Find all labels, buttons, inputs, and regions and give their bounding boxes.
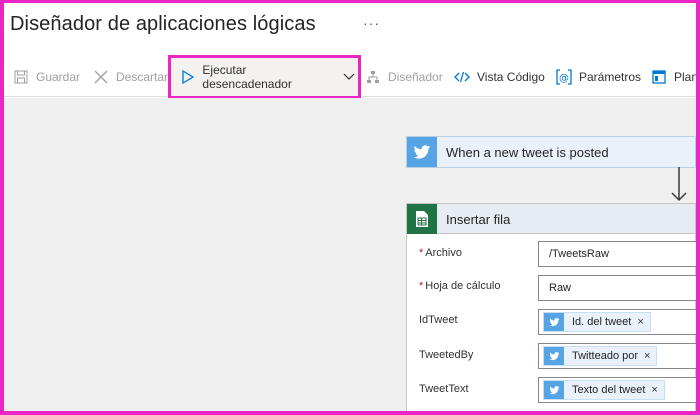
run-trigger-button[interactable]: Ejecutar desencadenador bbox=[168, 55, 361, 99]
tweettext-field-label: TweetText bbox=[419, 383, 469, 395]
worksheet-label-text: Hoja de cálculo bbox=[425, 280, 501, 292]
code-view-label: Vista Código bbox=[477, 70, 545, 84]
parameters-icon: @ bbox=[555, 68, 573, 86]
template-icon bbox=[650, 68, 668, 86]
trigger-label: When a new tweet is posted bbox=[446, 145, 609, 160]
discard-label: Descartar bbox=[116, 70, 169, 84]
run-trigger-content: Ejecutar desencadenador bbox=[179, 63, 358, 91]
discard-button[interactable]: Descartar bbox=[92, 67, 168, 87]
file-label-text: Archivo bbox=[425, 247, 462, 259]
token-label: Texto del tweet bbox=[572, 384, 646, 396]
token-tweeted-by[interactable]: Twitteado por × bbox=[543, 346, 658, 366]
tweetedby-field-label: TweetedBy bbox=[419, 349, 474, 361]
required-marker: * bbox=[419, 247, 424, 259]
code-icon bbox=[453, 68, 471, 86]
save-icon bbox=[12, 68, 30, 86]
svg-text:@: @ bbox=[559, 73, 569, 84]
required-marker: * bbox=[419, 280, 424, 292]
page-title: Diseñador de aplicaciones lógicas bbox=[10, 13, 316, 35]
run-trigger-label: Ejecutar desencadenador bbox=[202, 63, 292, 91]
code-view-button[interactable]: Vista Código bbox=[453, 67, 545, 87]
hierarchy-icon bbox=[364, 68, 382, 86]
trigger-card[interactable]: When a new tweet is posted bbox=[406, 136, 696, 168]
twitter-icon bbox=[544, 381, 564, 399]
page-header: Diseñador de aplicaciones lógicas ··· bbox=[4, 3, 696, 55]
twitter-icon bbox=[407, 137, 437, 167]
more-options-button[interactable]: ··· bbox=[363, 15, 380, 31]
idtweet-field[interactable]: Id. del tweet × bbox=[538, 309, 698, 335]
connector-arrow-icon bbox=[671, 167, 687, 202]
file-field[interactable]: /TweetsRaw bbox=[538, 241, 698, 267]
worksheet-field[interactable]: Raw bbox=[538, 275, 698, 301]
file-field-label: * Archivo bbox=[419, 247, 462, 259]
templates-button[interactable]: Plan bbox=[650, 67, 698, 87]
designer-button[interactable]: Diseñador bbox=[364, 67, 443, 87]
templates-label: Plan bbox=[674, 70, 699, 84]
action-card[interactable]: Insertar fila * Archivo /TweetsRaw * Hoja … bbox=[406, 203, 698, 413]
play-icon bbox=[179, 68, 196, 86]
remove-token-icon[interactable]: × bbox=[644, 350, 650, 362]
token-tweet-text[interactable]: Texto del tweet × bbox=[543, 380, 665, 400]
save-button[interactable]: Guardar bbox=[12, 67, 80, 87]
idtweet-field-label: IdTweet bbox=[419, 314, 458, 326]
sheets-icon bbox=[407, 204, 437, 234]
action-label: Insertar fila bbox=[446, 212, 511, 227]
remove-token-icon[interactable]: × bbox=[651, 384, 657, 396]
chevron-down-icon[interactable] bbox=[341, 68, 358, 86]
token-label: Id. del tweet bbox=[572, 316, 632, 328]
close-icon bbox=[92, 68, 110, 86]
parameters-label: Parámetros bbox=[579, 70, 642, 84]
save-label: Guardar bbox=[36, 70, 81, 84]
worksheet-field-label: * Hoja de cálculo bbox=[419, 280, 501, 292]
twitter-icon bbox=[544, 347, 564, 365]
tweettext-field[interactable]: Texto del tweet × bbox=[538, 377, 698, 403]
parameters-button[interactable]: @ Parámetros bbox=[555, 67, 641, 87]
designer-label: Diseñador bbox=[388, 70, 443, 84]
remove-token-icon[interactable]: × bbox=[637, 316, 643, 328]
twitter-icon bbox=[544, 313, 564, 331]
action-header[interactable]: Insertar fila bbox=[407, 204, 695, 234]
token-label: Twitteado por bbox=[572, 350, 639, 362]
tweetedby-field[interactable]: Twitteado por × bbox=[538, 343, 698, 369]
token-tweet-id[interactable]: Id. del tweet × bbox=[543, 312, 651, 332]
